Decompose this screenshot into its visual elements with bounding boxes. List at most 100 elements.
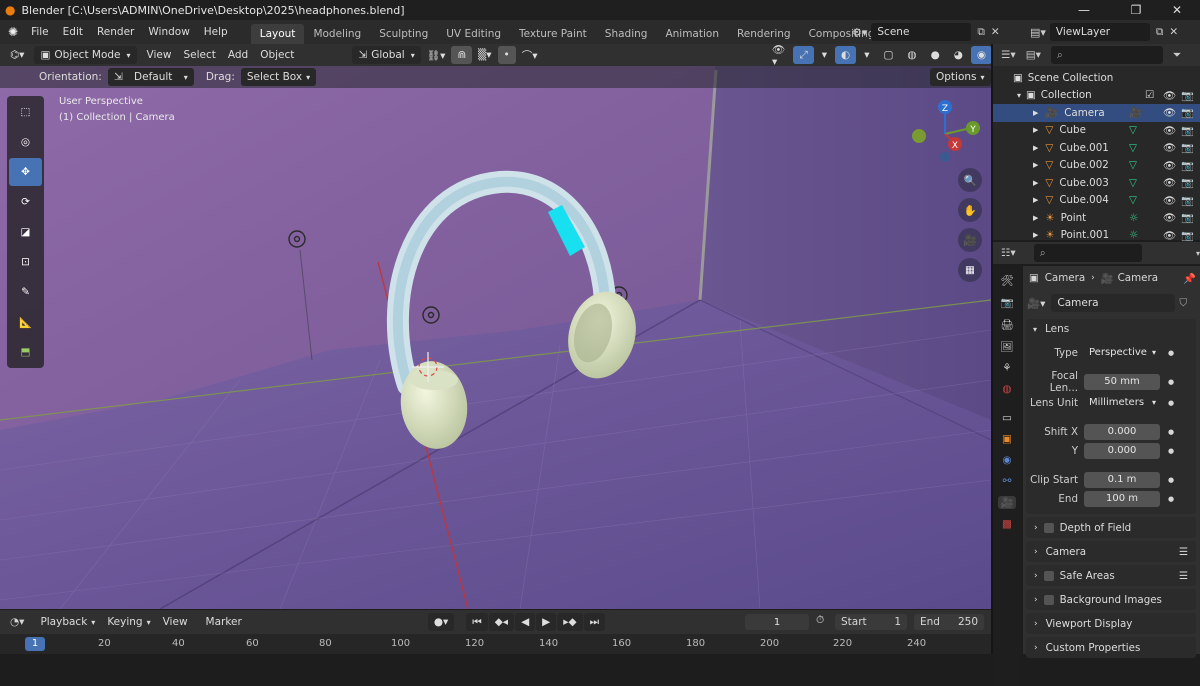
transform-orientation-selector[interactable]: ⇲ Global ▾ — [352, 46, 421, 64]
render-camera-icon[interactable]: 📷 — [1181, 106, 1194, 119]
scene-tab-icon[interactable]: ⚘ — [1002, 362, 1011, 374]
render-camera-icon[interactable]: 📷 — [1181, 89, 1194, 102]
physics-tab-icon[interactable]: ◉ — [1002, 454, 1011, 466]
frame-ruler[interactable]: 1 20 40 60 80 100 120 140 160 180 200 22… — [0, 634, 991, 654]
scale-tool-icon[interactable]: ◪ — [9, 218, 42, 246]
eye-icon[interactable]: 👁 — [1163, 211, 1176, 224]
grid-perspective-icon[interactable]: ▦ — [958, 258, 982, 282]
visibility-icon[interactable]: 👁▾ — [766, 44, 791, 68]
expand-arrow-icon[interactable]: ▶ — [1033, 214, 1038, 222]
lens-unit-dropdown[interactable]: Millimeters ▾ — [1084, 394, 1160, 411]
viewport-menu-view[interactable]: View — [141, 46, 178, 64]
mesh-data-icon[interactable]: ▽ — [1129, 194, 1137, 206]
checkbox-icon[interactable]: ☑ — [1145, 89, 1154, 101]
tab-layout[interactable]: Layout — [250, 24, 305, 44]
render-camera-icon[interactable]: 📷 — [1181, 176, 1194, 189]
wireframe-shading-icon[interactable]: ◍ — [901, 46, 922, 64]
timeline-menu-keying[interactable]: Keying ▾ — [101, 613, 156, 631]
world-tab-icon[interactable]: ◍ — [1002, 383, 1011, 395]
outliner-item[interactable]: ▶ 🎥 Camera 🎥 👁 📷 — [993, 104, 1200, 122]
checkbox-icon[interactable] — [1043, 594, 1054, 605]
tab-shading[interactable]: Shading — [596, 24, 657, 44]
play-icon[interactable]: ▶ — [536, 613, 557, 631]
delete-scene-icon[interactable]: ✕ — [991, 26, 1000, 38]
tab-sculpting[interactable]: Sculpting — [370, 24, 437, 44]
select-box-tool-icon[interactable]: ⬚ — [9, 98, 42, 126]
outliner-search-input[interactable]: ⌕ — [1050, 46, 1163, 64]
next-keyframe-icon[interactable]: ▸◆ — [557, 613, 583, 631]
expand-arrow-icon[interactable]: ▶ — [1033, 109, 1038, 117]
solid-shading-icon[interactable]: ● — [925, 46, 946, 64]
gizmo-dropdown-icon[interactable]: ▾ — [816, 46, 833, 64]
stopwatch-icon[interactable]: ⏱ — [816, 614, 824, 627]
viewport-menu-add[interactable]: Add — [222, 46, 254, 64]
playhead[interactable]: 1 — [25, 637, 45, 651]
editor-type-icon[interactable]: ⌬▾ — [10, 49, 24, 61]
outliner-scene-collection[interactable]: ▣ Scene Collection — [993, 69, 1200, 87]
eye-icon[interactable]: 👁 — [1163, 229, 1176, 242]
render-camera-icon[interactable]: 📷 — [1181, 141, 1194, 154]
gizmo-toggle-icon[interactable]: ⤢ — [793, 46, 814, 64]
navigation-gizmo[interactable]: Z Y X — [905, 96, 985, 166]
texture-tab-icon[interactable]: ▩ — [1002, 518, 1012, 530]
menu-window[interactable]: Window — [141, 26, 196, 38]
outliner-item[interactable]: ▶ ☀ Point.001 ☼ 👁 📷 — [993, 227, 1200, 245]
eye-icon[interactable]: 👁 — [1163, 89, 1176, 102]
clip-start-field[interactable]: 0.1 m — [1084, 471, 1160, 488]
animate-dot-icon[interactable]: ● — [1168, 349, 1174, 357]
viewport-menu-object[interactable]: Object — [254, 46, 300, 64]
timeline-menu-view[interactable]: View — [157, 613, 194, 631]
rotate-tool-icon[interactable]: ⟳ — [9, 188, 42, 216]
snap-target-icon[interactable]: ▒▾ — [472, 46, 497, 64]
timeline-editor-icon[interactable]: ◔▾ — [10, 616, 24, 628]
mesh-data-icon[interactable]: ▽ — [1129, 177, 1137, 189]
eye-icon[interactable]: 👁 — [1163, 176, 1176, 189]
eye-icon[interactable]: 👁 — [1163, 194, 1176, 207]
light-data-icon[interactable]: ☼ — [1129, 212, 1138, 224]
zoom-icon[interactable]: 🔍 — [958, 168, 982, 192]
animate-dot-icon[interactable]: ● — [1168, 399, 1174, 407]
animate-dot-icon[interactable]: ● — [1168, 447, 1174, 455]
start-frame-field[interactable]: Start 1 — [835, 614, 907, 630]
view-layer-name-field[interactable]: ViewLayer — [1049, 23, 1150, 41]
move-tool-icon[interactable]: ✥ — [9, 158, 42, 186]
pin-icon[interactable]: 📌 — [1183, 272, 1196, 285]
camera-data-icon[interactable]: 🎥 — [1129, 106, 1142, 119]
panel-viewport-display[interactable]: › Viewport Display — [1026, 613, 1196, 634]
render-camera-icon[interactable]: 📷 — [1181, 124, 1194, 137]
timeline-menu-playback[interactable]: Playback ▾ — [34, 613, 101, 631]
xray-icon[interactable]: ▢ — [877, 46, 899, 64]
snap-icon[interactable]: ⋒ — [451, 46, 473, 64]
type-dropdown[interactable]: Perspective ▾ — [1084, 344, 1160, 361]
panel-depth-of-field[interactable]: › Depth of Field — [1026, 517, 1196, 538]
panel-custom-properties[interactable]: › Custom Properties — [1026, 637, 1196, 658]
camera-view-icon[interactable]: 🎥 — [958, 228, 982, 252]
new-scene-icon[interactable]: ⧉ — [977, 26, 985, 39]
shift-x-field[interactable]: 0.000 — [1084, 423, 1160, 440]
transform-tool-icon[interactable]: ⊡ — [9, 248, 42, 276]
close-button[interactable]: ✕ — [1154, 0, 1200, 20]
mesh-data-icon[interactable]: ▽ — [1129, 124, 1137, 136]
expand-arrow-icon[interactable]: ▶ — [1033, 144, 1038, 152]
view-layer-tab-icon[interactable]: 🖼 — [1000, 340, 1013, 353]
minimize-button[interactable]: — — [1061, 0, 1107, 20]
outliner-collection[interactable]: ▾ ▣ Collection ☑ 👁 📷 — [993, 87, 1200, 105]
scene-selector[interactable]: ⚙▾ Scene ⧉ ✕ — [852, 23, 1000, 41]
list-icon[interactable]: ☰ — [1179, 570, 1188, 582]
tool-tab-icon[interactable]: 🛠 — [1000, 274, 1013, 287]
menu-help[interactable]: Help — [197, 26, 235, 38]
properties-search-input[interactable]: ⌕ — [1033, 244, 1142, 262]
checkbox-icon[interactable] — [1043, 522, 1054, 533]
options-dropdown[interactable]: Options ▾ — [930, 68, 991, 86]
fake-user-icon[interactable]: ⛉ — [1179, 297, 1187, 310]
viewport-menu-select[interactable]: Select — [177, 46, 221, 64]
menu-edit[interactable]: Edit — [56, 26, 90, 38]
properties-editor-icon[interactable]: ☷▾ — [1001, 247, 1016, 259]
outliner-item[interactable]: ▶ ▽ Cube.004 ▽ 👁 📷 — [993, 192, 1200, 210]
tab-texture-paint[interactable]: Texture Paint — [510, 24, 596, 44]
expand-arrow-icon[interactable]: ▶ — [1033, 179, 1038, 187]
scene-name-field[interactable]: Scene — [871, 23, 972, 41]
tab-modeling[interactable]: Modeling — [304, 24, 370, 44]
eye-icon[interactable]: 👁 — [1163, 106, 1176, 119]
cursor-tool-icon[interactable]: ◎ — [9, 128, 42, 156]
